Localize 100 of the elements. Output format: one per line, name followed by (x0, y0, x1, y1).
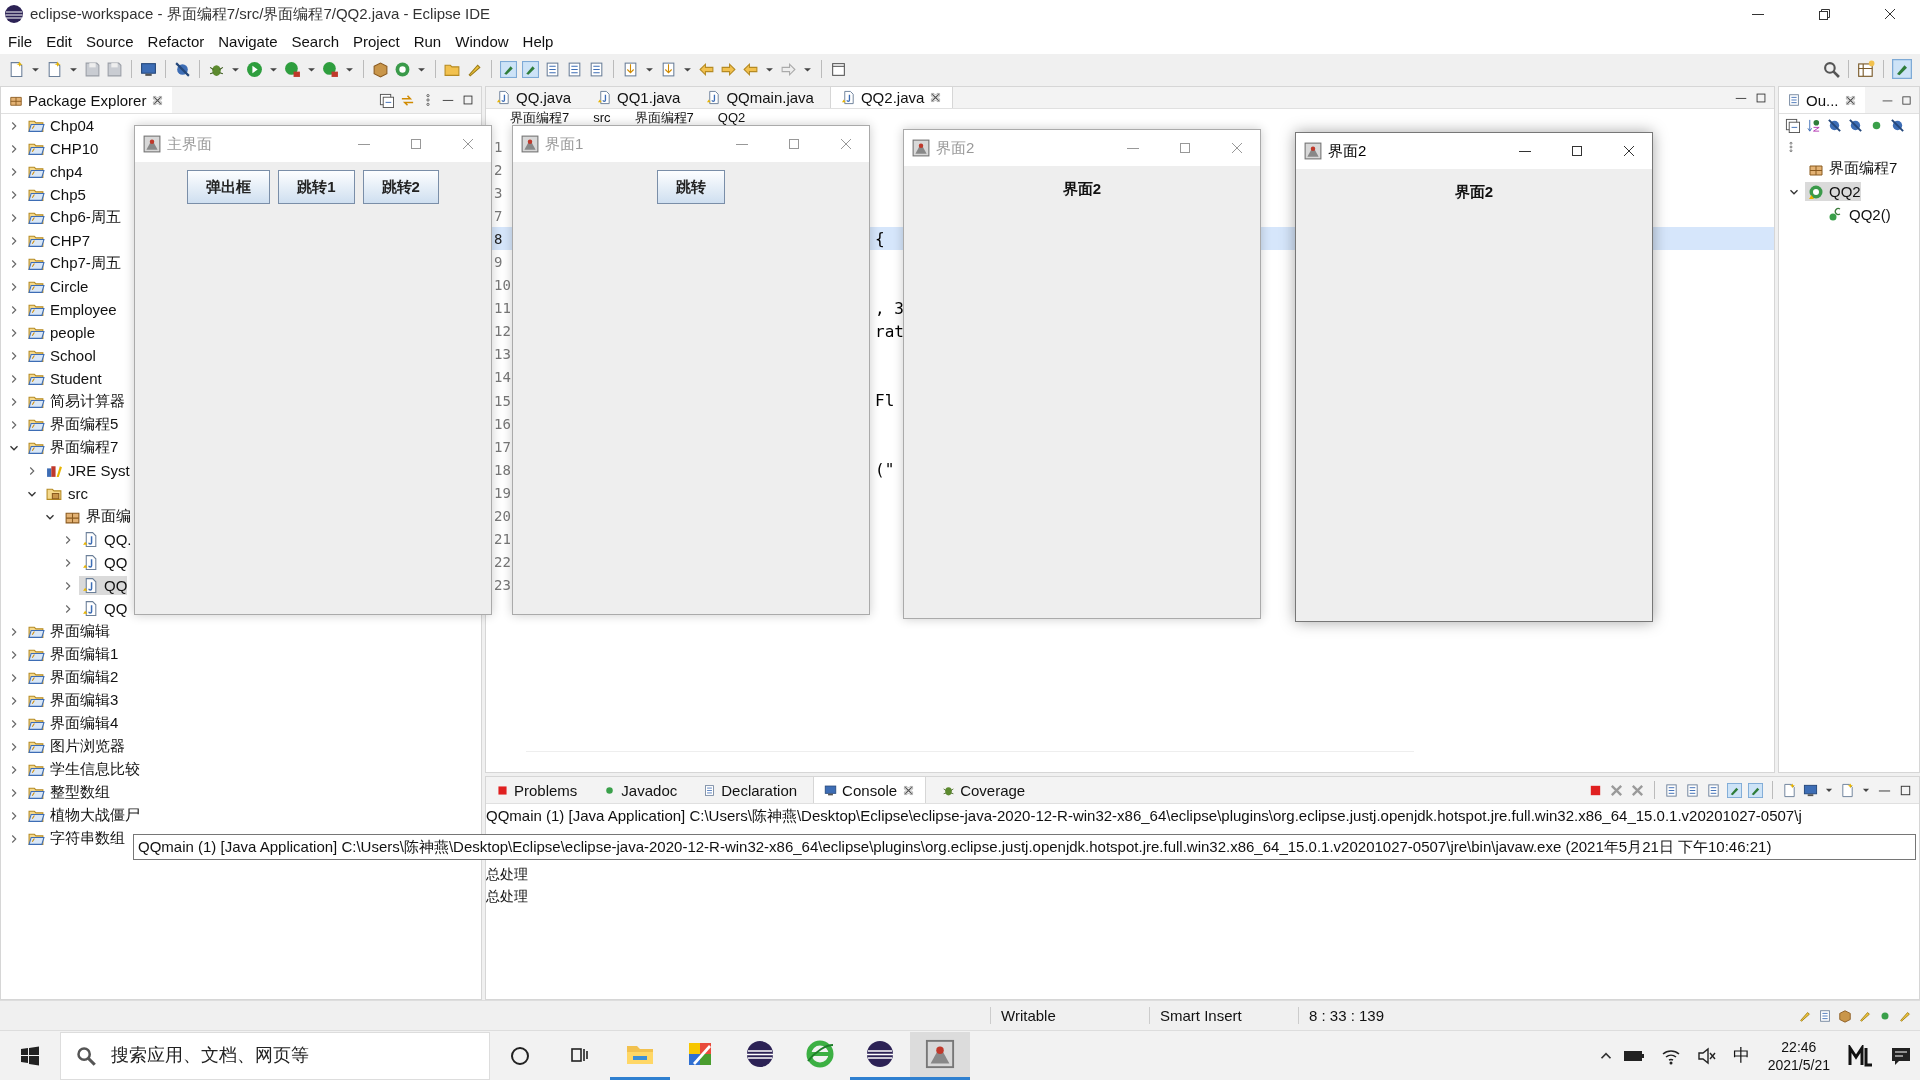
arrow-icon[interactable] (698, 60, 715, 78)
speaker-muted-icon[interactable] (1696, 1046, 1717, 1065)
tree-item[interactable]: people (25, 323, 96, 342)
list-icon[interactable] (588, 60, 605, 78)
monitor-icon[interactable] (1803, 782, 1818, 798)
tree-item[interactable]: Chp6-周五 (25, 207, 121, 228)
battery-icon[interactable] (1622, 1048, 1645, 1063)
menu-item[interactable]: Window (455, 32, 509, 50)
menu-item[interactable]: Help (522, 32, 554, 50)
arrow-icon[interactable] (720, 60, 737, 78)
list-icon[interactable] (1664, 782, 1679, 798)
tree-item[interactable]: Employee (25, 300, 117, 319)
page-icon[interactable] (8, 60, 25, 78)
tree-item[interactable]: JRE Syst (43, 461, 130, 480)
tree-item[interactable]: QQ. (79, 530, 132, 549)
remove-icon[interactable] (1609, 782, 1624, 798)
editor-tab[interactable]: QQ2.java (829, 87, 954, 108)
tree-item[interactable]: QQ (79, 576, 128, 595)
search-field[interactable]: 搜索应用、文档、网页等 (60, 1031, 490, 1080)
list-icon[interactable] (566, 60, 583, 78)
editor-tab[interactable]: QQ.java (486, 87, 582, 108)
tree-item[interactable]: QQ2 (1805, 182, 1861, 201)
windows-start-icon[interactable] (20, 1045, 40, 1066)
tree-item[interactable]: 学生信息比较 (25, 759, 140, 780)
tree-item[interactable]: QQ2() (1825, 205, 1891, 224)
monitor-icon[interactable] (140, 60, 157, 78)
menu-item[interactable]: Search (291, 32, 339, 50)
clock[interactable]: 22:46 2021/5/21 (1767, 1037, 1830, 1074)
tree-item[interactable]: 简易计算器 (25, 391, 125, 412)
tree-item[interactable]: 字符串数组 (25, 828, 125, 849)
close-icon[interactable] (151, 93, 165, 107)
tree-item[interactable]: CHP10 (25, 139, 99, 158)
tree-item[interactable]: Circle (25, 277, 89, 296)
tree-item[interactable]: CHP7 (25, 231, 90, 250)
circle-icon[interactable] (510, 1045, 530, 1066)
tree-item[interactable]: Chp5 (25, 185, 86, 204)
dialog-button[interactable]: 跳转 (657, 170, 725, 204)
dialog-button[interactable]: 弹出框 (187, 170, 271, 204)
highlight-icon[interactable] (1727, 782, 1742, 798)
view-tab[interactable]: Javadoc (593, 777, 688, 803)
menu-item[interactable]: Edit (46, 32, 73, 50)
search-icon[interactable] (1823, 60, 1840, 78)
maximize-icon[interactable] (830, 60, 847, 78)
breadcrumb-item[interactable]: src (593, 109, 611, 126)
menu-item[interactable]: Project (353, 32, 400, 50)
breadcrumb-item[interactable]: 界面编程7 (510, 109, 570, 126)
editor-tab[interactable]: QQmain.java (696, 87, 824, 108)
view-tab[interactable]: Console (813, 777, 927, 803)
filter-icon[interactable] (174, 60, 191, 78)
sort-icon[interactable] (1806, 118, 1821, 133)
tree-item[interactable]: 植物大战僵尸 (25, 805, 140, 826)
page-icon[interactable] (1782, 782, 1797, 798)
list-icon[interactable] (1706, 782, 1721, 798)
breadcrumb-item[interactable]: QQ2 (717, 109, 746, 126)
app-tray-icon[interactable] (1848, 1044, 1874, 1067)
collapse-icon[interactable] (379, 92, 394, 108)
page-icon[interactable] (660, 60, 677, 78)
tree-item[interactable]: School (25, 346, 96, 365)
menu-item[interactable]: File (8, 32, 33, 50)
page-icon[interactable] (46, 60, 63, 78)
play-icon[interactable] (246, 60, 263, 78)
tree-item[interactable]: Chp7-周五 (25, 253, 121, 274)
arrow-icon[interactable] (742, 60, 759, 78)
view-tab[interactable]: Problems (486, 777, 588, 803)
filter-icon[interactable] (1890, 118, 1905, 133)
tree-item[interactable]: QQ (79, 599, 128, 618)
highlight-icon[interactable] (1892, 59, 1912, 79)
highlight-icon[interactable] (500, 60, 517, 78)
tree-item[interactable]: QQ (79, 553, 128, 572)
filter-icon[interactable] (1848, 118, 1863, 133)
view-tab[interactable]: Package Explorer (1, 87, 173, 113)
menu-item[interactable]: Refactor (147, 32, 205, 50)
tree-item[interactable]: 界面编辑3 (25, 690, 119, 711)
restore-icon[interactable] (1816, 6, 1832, 22)
list-icon[interactable] (544, 60, 561, 78)
tree-item[interactable]: 界面编辑4 (25, 713, 119, 734)
menu-item[interactable]: Navigate (218, 32, 278, 50)
view-tab[interactable]: Declaration (693, 777, 808, 803)
view-tab[interactable]: Coverage (932, 777, 1036, 803)
close-icon[interactable] (902, 783, 916, 797)
editor-tab[interactable]: QQ1.java (587, 87, 691, 108)
tree-item[interactable]: 界面编辑 (25, 621, 110, 642)
box-icon[interactable] (372, 60, 389, 78)
tree-item[interactable]: 图片浏览器 (25, 736, 125, 757)
input-method-indicator[interactable]: 中 (1732, 1044, 1750, 1067)
tree-item[interactable]: 界面编 (61, 506, 131, 527)
maximize-icon[interactable] (1569, 143, 1585, 159)
filter-icon[interactable] (1827, 118, 1842, 133)
menu-item[interactable]: Source (86, 32, 134, 50)
dialog-button[interactable]: 跳转2 (362, 170, 439, 204)
tree-item[interactable]: Chp04 (25, 116, 95, 135)
page-icon[interactable] (1840, 782, 1855, 798)
breadcrumb-item[interactable]: 界面编程7 (634, 109, 694, 126)
tree-item[interactable]: 整型数组 (25, 782, 110, 803)
view-tab[interactable]: Ou... (1779, 87, 1865, 113)
tree-item[interactable]: 界面编辑1 (25, 644, 119, 665)
highlight-icon[interactable] (522, 60, 539, 78)
tree-item[interactable]: 界面编程5 (25, 414, 119, 435)
collapse-icon[interactable] (1785, 118, 1800, 133)
remove-icon[interactable] (1630, 782, 1645, 798)
